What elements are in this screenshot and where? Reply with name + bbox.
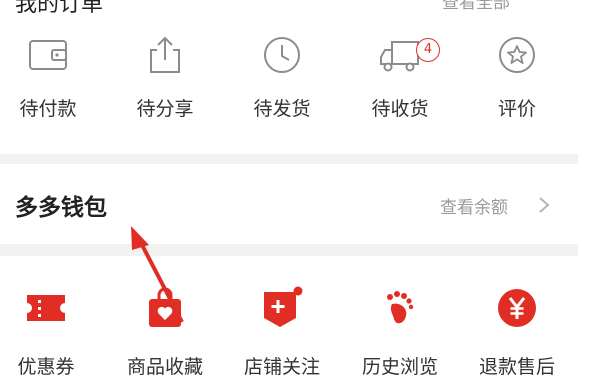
yen-icon [498, 289, 536, 327]
order-review[interactable]: 评价 [458, 22, 576, 132]
service-label: 历史浏览 [361, 356, 438, 378]
service-coupons[interactable]: 优惠券 [0, 270, 105, 390]
order-item-label: 待付款 [19, 98, 77, 120]
chevron-right-icon[interactable] [538, 196, 550, 214]
order-pending-share[interactable]: 待分享 [106, 22, 224, 132]
service-label: 店铺关注 [243, 356, 320, 378]
share-icon [150, 36, 180, 73]
footprint-icon [387, 291, 414, 324]
orders-row: 待付款 待分享 待发货 待收货 4 评价 [0, 22, 580, 132]
service-history[interactable]: 历史浏览 [341, 270, 459, 390]
wallet-title[interactable]: 多多钱包 [15, 188, 107, 222]
order-pending-payment[interactable]: 待付款 [0, 22, 107, 132]
order-item-label: 待收货 [371, 98, 429, 120]
service-favorites[interactable]: 商品收藏 [106, 270, 224, 390]
service-label: 优惠券 [17, 356, 75, 378]
section-divider [0, 154, 578, 164]
service-refund[interactable]: 退款售后 [458, 270, 576, 390]
orders-title: 我的订单 [15, 0, 104, 17]
order-item-label: 评价 [497, 98, 536, 120]
star-review-icon [499, 37, 535, 73]
orders-header: 我的订单 查看全部 [0, 0, 580, 17]
service-followed-stores[interactable]: 店铺关注 [223, 270, 341, 390]
wallet-icon [29, 40, 67, 70]
order-pending-receipt[interactable]: 待收货 [341, 22, 459, 132]
order-item-label: 待发货 [253, 98, 311, 120]
service-label: 退款售后 [478, 356, 555, 378]
service-label: 商品收藏 [126, 356, 203, 378]
store-plus-icon [264, 286, 303, 327]
coupon-icon [27, 295, 65, 321]
view-all-orders-link[interactable]: 查看全部 [442, 0, 510, 13]
view-balance-link[interactable]: 查看余额 [440, 193, 508, 218]
heart-bag-icon [149, 287, 181, 327]
order-item-label: 待分享 [136, 98, 194, 120]
clock-icon [264, 37, 300, 73]
section-divider [0, 244, 578, 256]
order-pending-shipment[interactable]: 待发货 [223, 22, 341, 132]
services-row: 优惠券 商品收藏 店铺关注 历史浏览 退款售后 [0, 270, 600, 390]
pending-receipt-count-badge: 4 [416, 38, 440, 62]
